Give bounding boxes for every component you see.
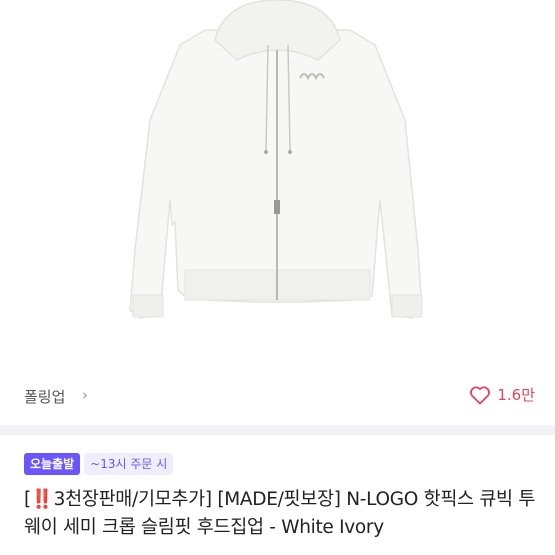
title-text: 3천장판매/기모추가] [MADE/핏보장] N-LOGO 핫픽스 큐빅 투웨이… bbox=[24, 489, 536, 538]
shipping-badges: 오늘출발 ~13시 주문 시 bbox=[24, 453, 174, 475]
double-exclamation-icon: ‼️ bbox=[30, 489, 54, 510]
title-bracket: [ bbox=[24, 489, 31, 510]
order-deadline-badge: ~13시 주문 시 bbox=[84, 453, 174, 475]
chevron-right-icon[interactable]: › bbox=[82, 386, 88, 404]
like-count: 1.6만 bbox=[497, 386, 535, 404]
today-ship-badge: 오늘출발 bbox=[24, 453, 81, 475]
product-title: [‼️3천장판매/기모추가] [MADE/핏보장] N-LOGO 핫픽스 큐빅 … bbox=[24, 486, 539, 542]
hoodie-image bbox=[129, 0, 423, 319]
brand-row: 폴링업 › 1.6만 bbox=[0, 372, 555, 422]
product-image[interactable] bbox=[0, 0, 555, 365]
section-divider bbox=[0, 425, 555, 435]
like-button[interactable]: 1.6만 bbox=[469, 384, 535, 405]
brand-name[interactable]: 폴링업 bbox=[24, 386, 65, 407]
heart-icon bbox=[470, 385, 491, 405]
